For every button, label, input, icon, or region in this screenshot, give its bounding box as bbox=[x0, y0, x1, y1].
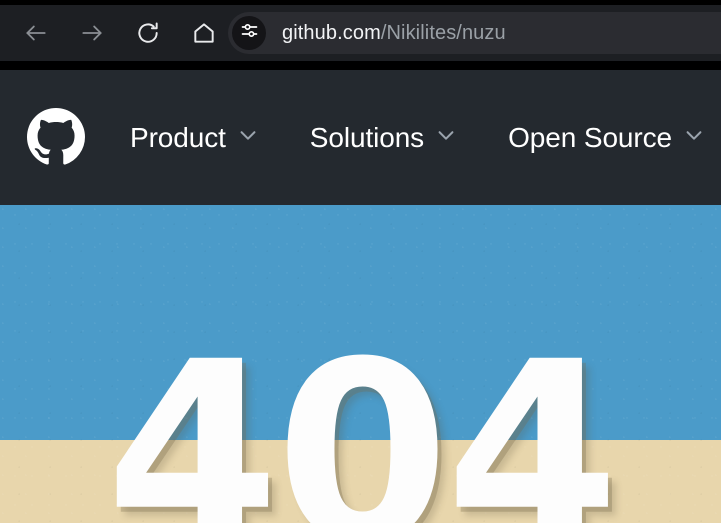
reload-button[interactable] bbox=[126, 11, 170, 55]
home-button[interactable] bbox=[182, 11, 226, 55]
toolbar-separator bbox=[0, 61, 721, 70]
home-icon bbox=[191, 20, 217, 46]
github-mark-icon bbox=[27, 108, 85, 166]
site-info-button[interactable] bbox=[232, 16, 266, 50]
chevron-down-icon bbox=[683, 124, 705, 151]
forward-button[interactable] bbox=[70, 11, 114, 55]
chevron-down-icon bbox=[435, 124, 457, 151]
nav-item-open-source[interactable]: Open Source bbox=[508, 122, 721, 154]
error-code-text: 404 bbox=[105, 308, 620, 523]
address-bar-text: github.com/Nikilites/nuzu bbox=[282, 22, 506, 45]
chevron-down-icon bbox=[237, 124, 259, 151]
github-primary-nav: Product Solutions Open Source bbox=[130, 70, 721, 205]
arrow-right-icon bbox=[79, 20, 105, 46]
arrow-left-icon bbox=[23, 20, 49, 46]
nav-item-solutions[interactable]: Solutions bbox=[310, 122, 474, 154]
address-bar[interactable]: github.com/Nikilites/nuzu bbox=[228, 12, 721, 54]
browser-toolbar: github.com/Nikilites/nuzu bbox=[0, 5, 721, 61]
nav-item-product-label: Product bbox=[130, 121, 226, 153]
site-settings-tune-icon bbox=[239, 20, 260, 46]
browser-window: github.com/Nikilites/nuzu Product Soluti… bbox=[0, 0, 721, 523]
url-path: /Nikilites/nuzu bbox=[380, 21, 506, 44]
nav-item-solutions-label: Solutions bbox=[309, 121, 425, 153]
nav-item-open-source-label: Open Source bbox=[508, 121, 672, 153]
error-page-content: 404 bbox=[0, 205, 721, 523]
url-host: github.com bbox=[282, 21, 381, 44]
nav-item-product[interactable]: Product bbox=[130, 122, 276, 154]
github-logo-link[interactable] bbox=[27, 108, 85, 166]
back-button[interactable] bbox=[14, 11, 58, 55]
reload-icon bbox=[135, 20, 161, 46]
